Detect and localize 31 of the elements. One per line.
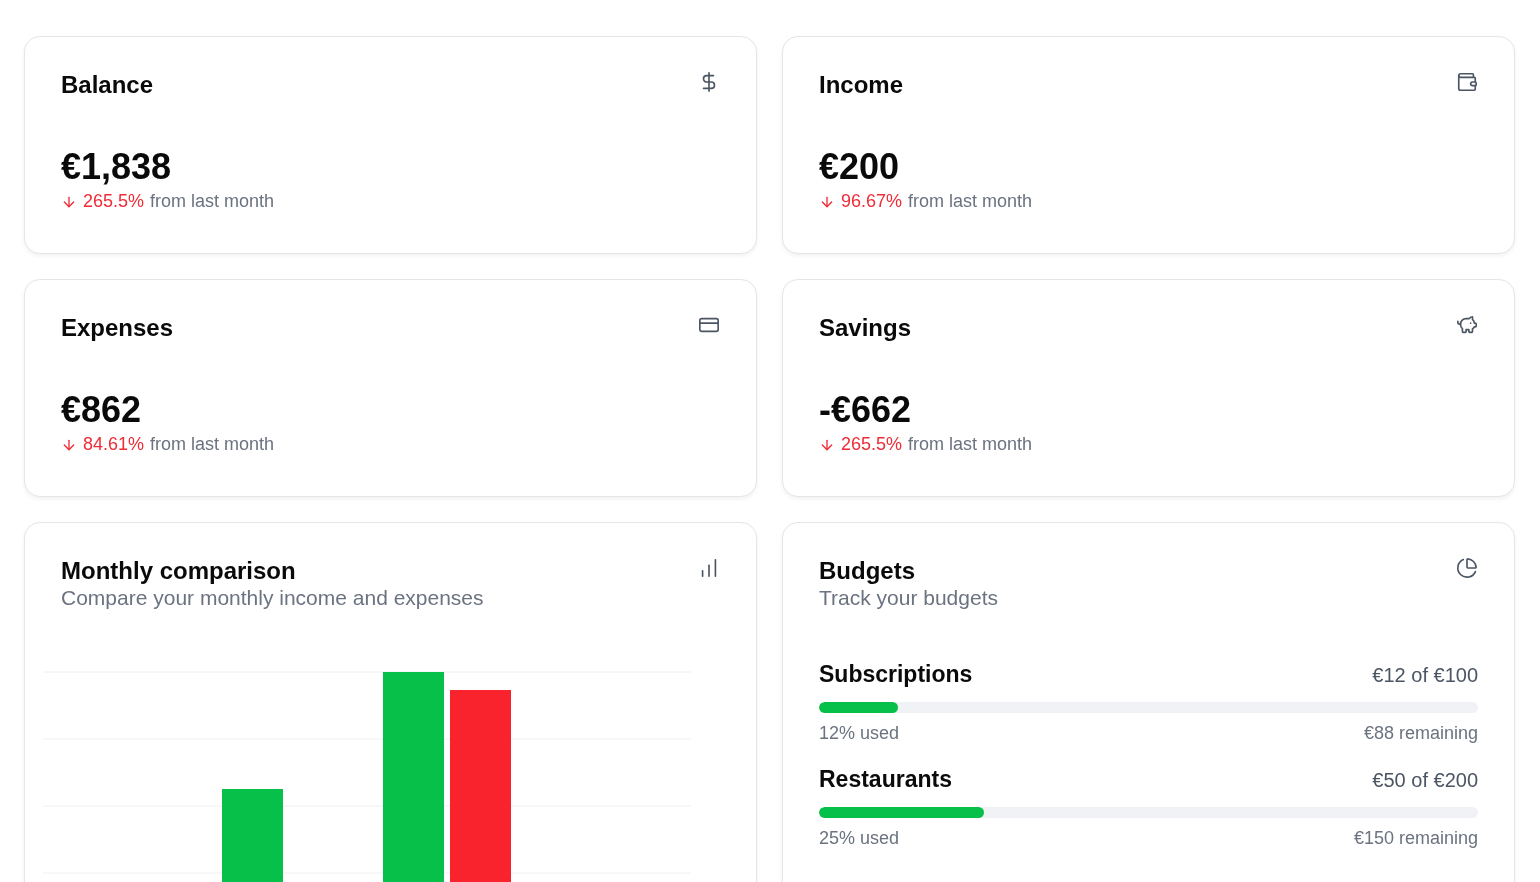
change-note: from last month [908,434,1033,455]
stat-value: €862 [61,390,143,430]
card-title: Budgets [819,557,916,585]
card-subtitle: Compare your monthly income and expenses [61,585,484,611]
pie-chart-icon [1456,557,1478,579]
change-percent: 265.5% [83,191,145,212]
card-title: Balance [61,71,154,99]
piggy-bank-icon [1456,314,1478,336]
change-note: from last month [150,434,275,455]
change-note: from last month [908,191,1033,212]
change-percent: 265.5% [841,434,903,455]
stat-value: -€662 [819,390,913,430]
budget-remaining: €88 remaining [1363,723,1478,744]
card-title: Monthly comparison [61,557,297,585]
card-title: Savings [819,314,912,342]
budget-amount: €50 of €200 [1372,769,1478,792]
budget-used: 12% used [819,723,900,744]
change-note: from last month [150,191,275,212]
card-title: Expenses [61,314,174,342]
budget-name: Subscriptions [819,661,973,688]
budget-remaining: €150 remaining [1353,828,1478,849]
stat-value: €1,838 [61,147,173,187]
card-title: Income [819,71,904,99]
card-subtitle: Track your budgets [819,585,998,611]
budget-used: 25% used [819,828,900,849]
stat-value: €200 [819,147,901,187]
change-percent: 84.61% [83,434,145,455]
budget-amount: €12 of €100 [1372,664,1478,687]
change-percent: 96.67% [841,191,903,212]
wallet-icon [1456,71,1478,93]
budget-name: Restaurants [819,766,952,793]
